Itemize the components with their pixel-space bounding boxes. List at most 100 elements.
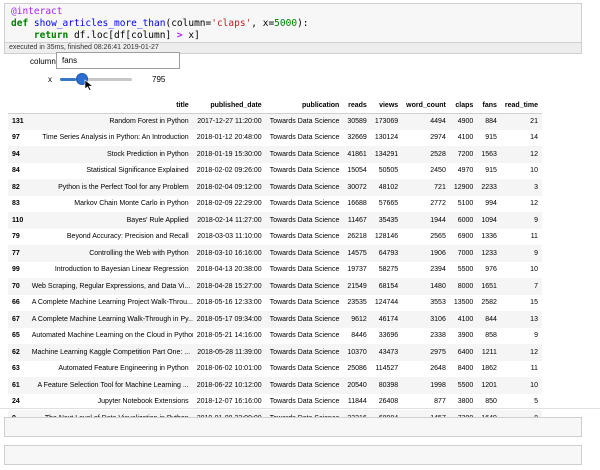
cell-title: Machine Learning Kaggle Competition Part… — [31, 348, 191, 356]
row-index: 84 — [12, 167, 20, 175]
header-published-date: published_date — [192, 99, 266, 114]
table-row: 61 A Feature Selection Tool for Machine L… — [8, 377, 542, 394]
return-keyword: return — [33, 30, 69, 41]
cell-claps: 4900 — [457, 118, 474, 125]
cell-read-time: 7 — [534, 282, 538, 290]
cell-publication: Towards Data Science — [269, 134, 340, 142]
cell-views: 114527 — [375, 365, 399, 373]
cell-published-date: 2018-05-17 09:34:00 — [196, 315, 262, 323]
cell-fans: 2582 — [481, 299, 497, 307]
cell-read-time: 10 — [530, 167, 538, 175]
cell-publication: Towards Data Science — [269, 315, 340, 323]
cell-title: Controlling the Web with Python — [89, 249, 189, 257]
cell-title: Stock Prediction in Python — [106, 150, 189, 158]
cell-published-date: 2018-02-04 09:12:00 — [196, 183, 262, 191]
cell-published-date: 2018-03-03 11:10:00 — [197, 233, 262, 241]
cell-read-time: 21 — [530, 118, 538, 125]
cell-fans: 858 — [485, 332, 497, 340]
empty-code-cell-1[interactable] — [4, 417, 582, 437]
column-label: column — [30, 57, 56, 66]
cell-published-date: 2018-03-10 16:16:00 — [196, 249, 262, 257]
cell-read-time: 9 — [534, 249, 538, 257]
cell-reads: 9612 — [351, 315, 367, 323]
cell-claps: 4100 — [457, 315, 474, 323]
cell-read-time: 15 — [530, 299, 538, 307]
cell-published-date: 2018-05-21 14:16:00 — [196, 332, 262, 340]
table-row: 66 A Complete Machine Learning Project Wa… — [8, 295, 542, 312]
def-keyword: def — [11, 18, 29, 29]
empty-code-cell-2[interactable] — [4, 445, 582, 465]
x-slider-track[interactable] — [60, 78, 132, 81]
cell-word-count: 1998 — [430, 381, 446, 389]
cell-word-count: 4494 — [430, 118, 446, 125]
cell-reads: 20540 — [347, 381, 367, 389]
function-name: show_articles_more_than — [33, 18, 166, 29]
table-row: 79 Beyond Accuracy: Precision and Recall 2… — [8, 229, 542, 246]
cell-read-time: 12 — [530, 200, 538, 208]
signature-open: (column= — [165, 18, 212, 29]
cell-published-date: 2018-02-14 11:27:00 — [197, 216, 262, 224]
header-publication: publication — [265, 99, 344, 114]
header-fans: fans — [477, 99, 501, 114]
cell-fans: 976 — [485, 266, 497, 274]
cell-reads: 23535 — [347, 299, 367, 307]
column-text-input[interactable]: fans — [56, 52, 180, 69]
row-index: 110 — [12, 216, 24, 224]
signature-string: 'claps' — [211, 18, 252, 29]
row-index: 97 — [12, 134, 20, 142]
cell-title: Random Forest in Python — [109, 118, 189, 125]
cell-fans: 1651 — [481, 282, 497, 290]
row-index: 61 — [12, 381, 20, 389]
cell-read-time: 9 — [534, 332, 538, 340]
cell-views: 68154 — [378, 282, 399, 290]
table-row: 94 Stock Prediction in Python 2018-01-19 1… — [8, 146, 542, 163]
table-row: 63 Automated Feature Engineering in Pytho… — [8, 361, 542, 378]
signature-mid: , x= — [251, 18, 275, 29]
cell-views: 64793 — [378, 249, 399, 257]
table-row: 97 Time Series Analysis in Python: An Int… — [8, 130, 542, 147]
cell-reads: 10370 — [347, 348, 367, 356]
cell-published-date: 2017-12-27 11:20:00 — [197, 118, 262, 125]
cell-published-date: 2018-05-16 12:33:00 — [196, 299, 262, 307]
table-header-row: title published_date publication reads views… — [8, 99, 542, 114]
cell-read-time: 3 — [534, 183, 538, 191]
cell-reads: 32669 — [347, 134, 367, 142]
cell-read-time: 13 — [530, 315, 538, 323]
row-index: 65 — [12, 332, 20, 340]
cell-reads: 16688 — [347, 200, 367, 208]
cell-views: 124744 — [374, 299, 399, 307]
cell-claps: 5500 — [457, 381, 474, 389]
cell-claps: 5500 — [457, 266, 474, 274]
cell-publication: Towards Data Science — [269, 299, 340, 307]
cell-fans: 844 — [485, 315, 497, 323]
cell-fans: 915 — [485, 134, 497, 142]
cell-reads: 8446 — [351, 332, 367, 340]
cell-claps: 4970 — [457, 167, 474, 175]
table-row: 131 Random Forest in Python 2017-12-27 11:… — [8, 113, 542, 130]
cell-title: Time Series Analysis in Python: An Intro… — [42, 134, 189, 142]
table-row: 82 Python is the Perfect Tool for any Pro… — [8, 179, 542, 196]
cell-claps: 8400 — [457, 365, 474, 373]
code-cell-input[interactable]: @interact def show_articles_more_than(co… — [4, 3, 582, 43]
cell-fans: 2233 — [481, 183, 497, 191]
cell-publication: Towards Data Science — [269, 167, 340, 175]
cell-title: Introduction to Bayesian Linear Regressi… — [54, 266, 189, 274]
cell-views: 134291 — [374, 150, 399, 158]
row-index: 99 — [12, 266, 20, 274]
cell-title: Web Scraping, Regular Expressions, and D… — [31, 282, 191, 290]
cell-views: 33696 — [378, 332, 399, 340]
cell-word-count: 3106 — [430, 315, 446, 323]
cell-fans: 915 — [485, 167, 497, 175]
cell-read-time: 9 — [534, 216, 538, 224]
row-index: 63 — [12, 365, 20, 373]
cell-claps: 6400 — [457, 348, 474, 356]
cell-published-date: 2018-06-22 10:12:00 — [196, 381, 262, 389]
cell-publication: Towards Data Science — [269, 282, 340, 290]
cell-word-count: 2528 — [430, 150, 446, 158]
table-row: 70 Web Scraping, Regular Expressions, and… — [8, 278, 542, 295]
cell-claps: 7000 — [457, 249, 474, 257]
cell-publication: Towards Data Science — [269, 200, 340, 208]
cell-published-date: 2018-04-13 20:38:00 — [196, 266, 262, 274]
cell-views: 50505 — [378, 167, 399, 175]
cell-word-count: 2450 — [430, 167, 446, 175]
